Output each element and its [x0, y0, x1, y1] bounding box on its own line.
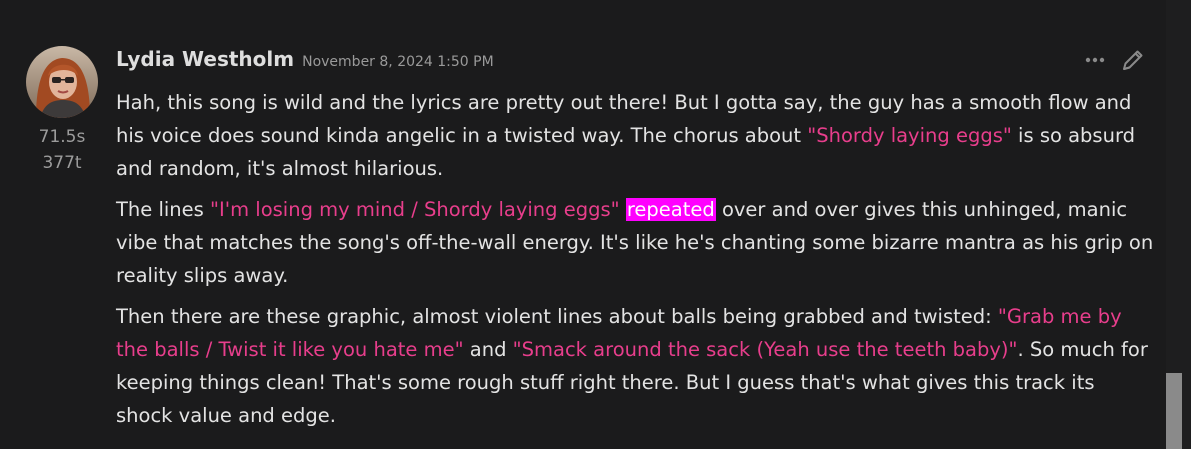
token-count: 377t	[42, 153, 82, 173]
quoted-lyric: "I'm losing my mind / Shordy laying eggs…	[210, 198, 620, 221]
message-text: Then there are these graphic, almost vio…	[116, 305, 998, 328]
message-paragraph: Then there are these graphic, almost vio…	[116, 300, 1156, 432]
message-timestamp: November 8, 2024 1:50 PM	[302, 54, 494, 70]
message-text: and	[463, 338, 513, 361]
message-header: Lydia Westholm November 8, 2024 1:50 PM	[116, 47, 494, 77]
generation-time: 71.5s	[38, 127, 86, 147]
chat-window: 71.5s 377t Lydia Westholm November 8, 20…	[0, 0, 1191, 449]
message-body: Hah, this song is wild and the lyrics ar…	[116, 86, 1156, 440]
avatar-image	[26, 46, 98, 118]
more-dots-icon[interactable]	[1084, 52, 1106, 68]
message-text: The lines	[116, 198, 211, 221]
message-paragraph: Hah, this song is wild and the lyrics ar…	[116, 86, 1156, 185]
quoted-lyric: "Shordy laying eggs"	[807, 124, 1012, 147]
scrollbar-thumb[interactable]	[1166, 373, 1182, 449]
message-text	[620, 198, 626, 221]
pencil-icon[interactable]	[1120, 47, 1146, 73]
message-paragraph: The lines "I'm losing my mind / Shordy l…	[116, 193, 1156, 292]
avatar[interactable]	[26, 46, 98, 118]
author-name[interactable]: Lydia Westholm	[116, 47, 294, 71]
quoted-lyric: "Smack around the sack (Yeah use the tee…	[512, 338, 1018, 361]
search-highlight: repeated	[625, 198, 716, 221]
chat-message: 71.5s 377t Lydia Westholm November 8, 20…	[0, 0, 1165, 449]
